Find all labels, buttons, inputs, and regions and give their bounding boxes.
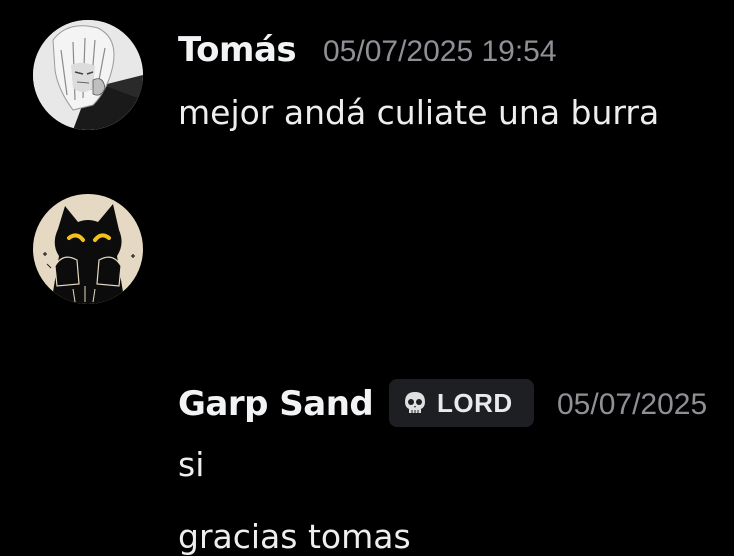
message-text: mejor andá culiate una burra — [178, 93, 660, 132]
role-badge[interactable]: LORD — [389, 379, 534, 427]
avatar-anime-icon — [33, 20, 143, 130]
message-text: gracias tomas — [178, 517, 411, 556]
timestamp[interactable]: 05/07/2025 — [557, 388, 707, 422]
username[interactable]: Garp Sand — [178, 384, 374, 424]
avatar-cat-icon — [33, 194, 143, 304]
timestamp[interactable]: 05/07/2025 19:54 — [323, 35, 557, 69]
message-group-tomas: Tomás 05/07/2025 19:54 mejor andá culiat… — [0, 0, 734, 160]
username[interactable]: Tomás — [178, 30, 297, 70]
role-label: LORD — [437, 387, 513, 418]
avatar[interactable] — [33, 20, 143, 130]
skull-icon — [405, 392, 425, 413]
avatar[interactable] — [33, 194, 143, 304]
message-text: si — [178, 445, 205, 484]
message-group-garp-sand: Garp Sand LORD 05/07/2025 si gracias tom… — [0, 180, 734, 556]
